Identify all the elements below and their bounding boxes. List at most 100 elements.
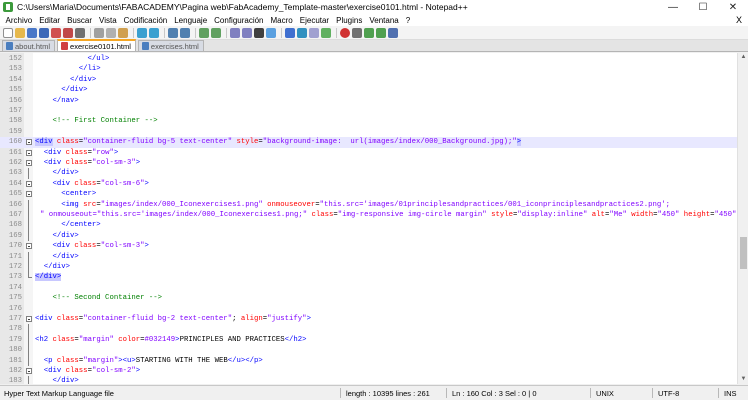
run-macro-multiple-icon[interactable] bbox=[376, 27, 386, 38]
menu-ventana[interactable]: Ventana bbox=[366, 16, 402, 25]
code-line[interactable]: 152 </ul> bbox=[0, 54, 737, 64]
menu-lenguaje[interactable]: Lenguaje bbox=[171, 16, 211, 25]
code-line[interactable]: 168 </center> bbox=[0, 220, 737, 231]
code-line[interactable]: 174 bbox=[0, 283, 737, 293]
scroll-down-arrow-icon[interactable]: ▼ bbox=[738, 375, 748, 384]
code-line[interactable]: 173 </div> bbox=[0, 272, 737, 282]
zoom-out-icon[interactable] bbox=[211, 27, 221, 38]
save-icon[interactable] bbox=[27, 27, 37, 38]
code-line[interactable]: 162 <div class="col-sm-3"> bbox=[0, 158, 737, 168]
code-line[interactable]: 170 <div class="col-sm-3"> bbox=[0, 241, 737, 251]
code-text: </div> bbox=[52, 377, 79, 384]
fold-toggle-icon[interactable] bbox=[26, 149, 32, 156]
code-line[interactable]: 175 <!-- Second Container --> bbox=[0, 293, 737, 303]
code-line[interactable]: 176 bbox=[0, 304, 737, 314]
menu-configuracion[interactable]: Configuración bbox=[211, 16, 267, 25]
code-line[interactable]: 178 bbox=[0, 324, 737, 335]
code-line[interactable]: 167 " onmouseout="this.src='images/index/… bbox=[0, 210, 737, 221]
fold-toggle-icon[interactable] bbox=[26, 368, 32, 374]
code-line[interactable]: 154 </div> bbox=[0, 75, 737, 85]
open-file-icon[interactable] bbox=[15, 27, 25, 38]
fold-toggle-icon[interactable] bbox=[26, 160, 32, 166]
scroll-up-arrow-icon[interactable]: ▲ bbox=[738, 53, 748, 62]
code-line[interactable]: 166 <img src="images/index/000_Iconexerc… bbox=[0, 199, 737, 210]
code-line[interactable]: 181 <p class="margin"><u>STARTING WITH T… bbox=[0, 355, 737, 366]
doc-map-icon[interactable] bbox=[297, 27, 307, 38]
code-line[interactable]: 179 <h2 class="margin" color=#032149>PRIN… bbox=[0, 334, 737, 346]
code-line[interactable]: 153 </li> bbox=[0, 64, 737, 74]
show-all-chars-icon[interactable] bbox=[254, 27, 264, 38]
function-list-icon[interactable] bbox=[309, 27, 319, 38]
code-line[interactable]: 155 </div> bbox=[0, 85, 737, 95]
fold-toggle-icon[interactable] bbox=[26, 139, 32, 146]
menu-archivo[interactable]: Archivo bbox=[2, 16, 36, 25]
close-icon[interactable] bbox=[51, 27, 61, 38]
menu-vista[interactable]: Vista bbox=[96, 16, 121, 25]
code-line[interactable]: 171 </div> bbox=[0, 251, 737, 262]
cut-icon[interactable] bbox=[94, 27, 104, 38]
menu-macro[interactable]: Macro bbox=[267, 16, 296, 25]
paste-icon[interactable] bbox=[118, 27, 128, 38]
find-icon[interactable] bbox=[168, 27, 178, 38]
tab-about-html[interactable]: about.html bbox=[2, 40, 56, 51]
fold-toggle-icon[interactable] bbox=[26, 243, 32, 250]
code-text: <div class="col-sm-3"> bbox=[43, 159, 141, 167]
scrollbar-thumb[interactable] bbox=[740, 237, 747, 269]
print-icon[interactable] bbox=[75, 27, 85, 38]
code-line[interactable]: 156 </nav> bbox=[0, 96, 737, 106]
menu-ejecutar[interactable]: Ejecutar bbox=[296, 16, 332, 25]
redo-icon[interactable] bbox=[149, 27, 159, 38]
word-wrap-icon[interactable] bbox=[242, 27, 252, 38]
indent-guide-icon[interactable] bbox=[266, 27, 276, 38]
code-line[interactable]: 183 </div> bbox=[0, 376, 737, 384]
undo-icon[interactable] bbox=[137, 27, 147, 38]
code-line[interactable]: 159 bbox=[0, 127, 737, 137]
code-line[interactable]: 172 </div> bbox=[0, 262, 737, 273]
fold-toggle-icon[interactable] bbox=[26, 191, 32, 198]
tab-exercise0101-html[interactable]: exercise0101.html bbox=[57, 39, 136, 51]
code-line[interactable]: 160 <div class="container-fluid bg-5 text… bbox=[0, 137, 737, 148]
menu-plugins[interactable]: Plugins bbox=[333, 16, 366, 25]
new-file-icon[interactable] bbox=[3, 27, 13, 38]
code-line[interactable]: 182 <div class="col-sm-2"> bbox=[0, 366, 737, 376]
title-bar: C:\Users\Maria\Documents\FABACADEMY\Pagi… bbox=[0, 0, 748, 14]
record-macro-icon[interactable] bbox=[340, 27, 350, 38]
fold-toggle-icon[interactable] bbox=[26, 316, 32, 322]
menu-editar[interactable]: Editar bbox=[36, 16, 64, 25]
vertical-scrollbar[interactable]: ▲ ▼ bbox=[737, 53, 748, 384]
code-line[interactable]: 177 <div class="container-fluid bg-2 text… bbox=[0, 314, 737, 324]
close-all-icon[interactable] bbox=[63, 27, 73, 38]
code-line[interactable]: 157 bbox=[0, 106, 737, 116]
language-icon[interactable] bbox=[285, 27, 295, 38]
copy-icon[interactable] bbox=[106, 27, 116, 38]
menu-codificacion[interactable]: Codificación bbox=[120, 16, 171, 25]
replace-icon[interactable] bbox=[180, 27, 190, 38]
play-macro-icon[interactable] bbox=[364, 27, 374, 38]
save-macro-icon[interactable] bbox=[388, 27, 398, 38]
notepad-plus-plus-icon bbox=[3, 2, 13, 12]
fold-line-marker bbox=[28, 168, 29, 179]
code-editor[interactable]: 152 </ul> 153 </li> 154 </div> 155 </div> 15… bbox=[0, 53, 737, 384]
zoom-in-icon[interactable] bbox=[199, 27, 209, 38]
code-line[interactable]: 169 </div> bbox=[0, 230, 737, 242]
maximize-button[interactable]: ☐ bbox=[688, 0, 718, 14]
close-button[interactable]: ✕ bbox=[718, 0, 748, 14]
folder-workspace-icon[interactable] bbox=[321, 27, 331, 38]
code-line[interactable]: 164 <div class="col-sm-6"> bbox=[0, 179, 737, 189]
fold-toggle-icon[interactable] bbox=[26, 180, 32, 187]
line-number: 180 bbox=[8, 346, 22, 355]
minimize-button[interactable]: — bbox=[658, 0, 688, 14]
close-document-button[interactable]: X bbox=[736, 15, 748, 25]
tab-exercises-html[interactable]: exercises.html bbox=[137, 40, 204, 51]
line-number: 158 bbox=[8, 117, 22, 126]
sync-scroll-icon[interactable] bbox=[230, 27, 240, 38]
menu-help[interactable]: ? bbox=[402, 16, 413, 25]
code-line[interactable]: 163 </div> bbox=[0, 168, 737, 179]
code-line[interactable]: 180 bbox=[0, 345, 737, 356]
menu-buscar[interactable]: Buscar bbox=[64, 16, 96, 25]
code-line[interactable]: 165 <center> bbox=[0, 189, 737, 199]
save-all-icon[interactable] bbox=[39, 27, 49, 38]
code-line[interactable]: 161 <div class="row"> bbox=[0, 148, 737, 158]
stop-macro-icon[interactable] bbox=[352, 27, 362, 38]
code-line[interactable]: 158 <!-- First Container --> bbox=[0, 116, 737, 126]
